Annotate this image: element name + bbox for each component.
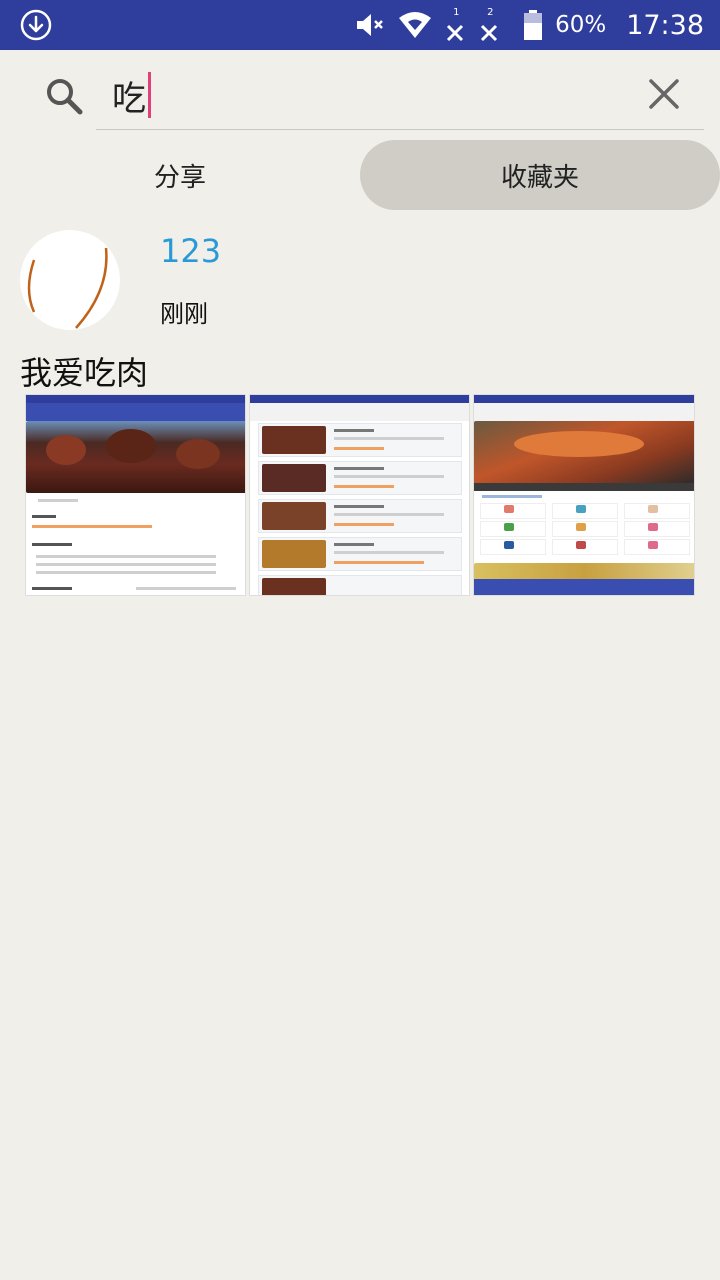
tab-share-label: 分享 <box>153 162 206 193</box>
clock: 17:38 <box>626 9 704 41</box>
tab-favorites[interactable]: 收藏夹 <box>360 140 720 210</box>
search-icon[interactable] <box>44 76 84 116</box>
post-image-2[interactable] <box>249 394 470 596</box>
post-image-1[interactable] <box>25 394 246 596</box>
sim1-label: 1 <box>453 7 460 18</box>
post-text: 我爱吃肉 <box>20 354 149 392</box>
search-query: 吃 <box>112 78 146 119</box>
sim1-no-signal-icon: 1 <box>445 5 467 45</box>
search-input[interactable]: 吃 <box>112 68 612 122</box>
close-icon[interactable] <box>648 78 680 110</box>
avatar[interactable] <box>20 230 120 330</box>
wifi-icon <box>397 10 433 40</box>
tab-favorites-label: 收藏夹 <box>500 162 579 193</box>
avatar-sketch-icon <box>27 247 108 329</box>
volume-mute-icon <box>355 11 385 39</box>
tab-share[interactable]: 分享 <box>0 140 360 210</box>
battery-icon <box>523 10 543 40</box>
post-image-3[interactable] <box>473 394 695 596</box>
status-bar: 1 2 60% 17:38 <box>0 0 720 50</box>
post-username[interactable]: 123 <box>160 232 221 270</box>
search-underline <box>96 129 704 130</box>
post-time: 刚刚 <box>160 300 208 328</box>
text-caret <box>148 72 151 118</box>
sim2-label: 2 <box>487 7 494 18</box>
sim2-no-signal-icon: 2 <box>479 5 501 45</box>
download-circle-icon <box>20 9 52 41</box>
battery-percent: 60% <box>555 12 607 38</box>
